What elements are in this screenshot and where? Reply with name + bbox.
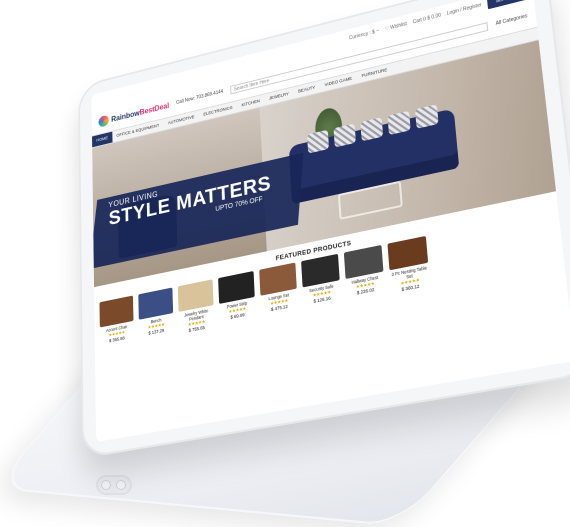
product-card[interactable]: Security Safe ★★★★★ $ 126.16 (301, 254, 341, 311)
currency-selector[interactable]: Currency : $ ~ (349, 28, 379, 41)
login-link[interactable]: Login / Register (447, 2, 482, 16)
front-tablet: Currency : $ ~ ♡ Wishlist Cart 0 $ 0.00 … (78, 0, 570, 459)
logo-text-a: Rainbow (111, 108, 140, 123)
all-categories-select[interactable]: All Categories (495, 13, 527, 27)
pillow-image (360, 117, 383, 141)
pillow-image (387, 111, 410, 135)
call-number: Call Now: 703.869.4144 (176, 89, 223, 106)
cart-link[interactable]: Cart 0 $ 0.00 (412, 13, 441, 26)
pillow-image (415, 104, 439, 129)
logo-icon (99, 115, 109, 128)
pillow-image (333, 123, 355, 147)
device-mockup-scene: Currency : $ ~ ♡ Wishlist Cart 0 $ 0.00 … (0, 0, 570, 515)
logo-text-b: BestDeal (139, 101, 169, 116)
product-card[interactable]: Bench ★★★★★ $ 137.29 (138, 287, 174, 342)
product-card[interactable]: Power Strip ★★★★★ $ 69.99 (218, 271, 256, 327)
camera-icon (96, 475, 132, 495)
wishlist-link[interactable]: ♡ Wishlist (384, 21, 407, 32)
product-card[interactable]: Jewelry White Pendant ★★★★★ $ 755.65 (178, 279, 215, 334)
product-card[interactable]: 3 Pc Nesting Table Set ★★★★★ $ 360.12 (387, 236, 430, 294)
product-card[interactable]: Accent Chair ★★★★★ $ 355.88 (99, 296, 133, 350)
tablet-screen: Currency : $ ~ ♡ Wishlist Cart 0 $ 0.00 … (92, 0, 570, 442)
pillow-image (307, 130, 329, 154)
product-card[interactable]: Lounge Set ★★★★★ $ 475.12 (259, 262, 298, 319)
product-card[interactable]: Hallway Chest ★★★★★ $ 226.02 (344, 245, 385, 303)
